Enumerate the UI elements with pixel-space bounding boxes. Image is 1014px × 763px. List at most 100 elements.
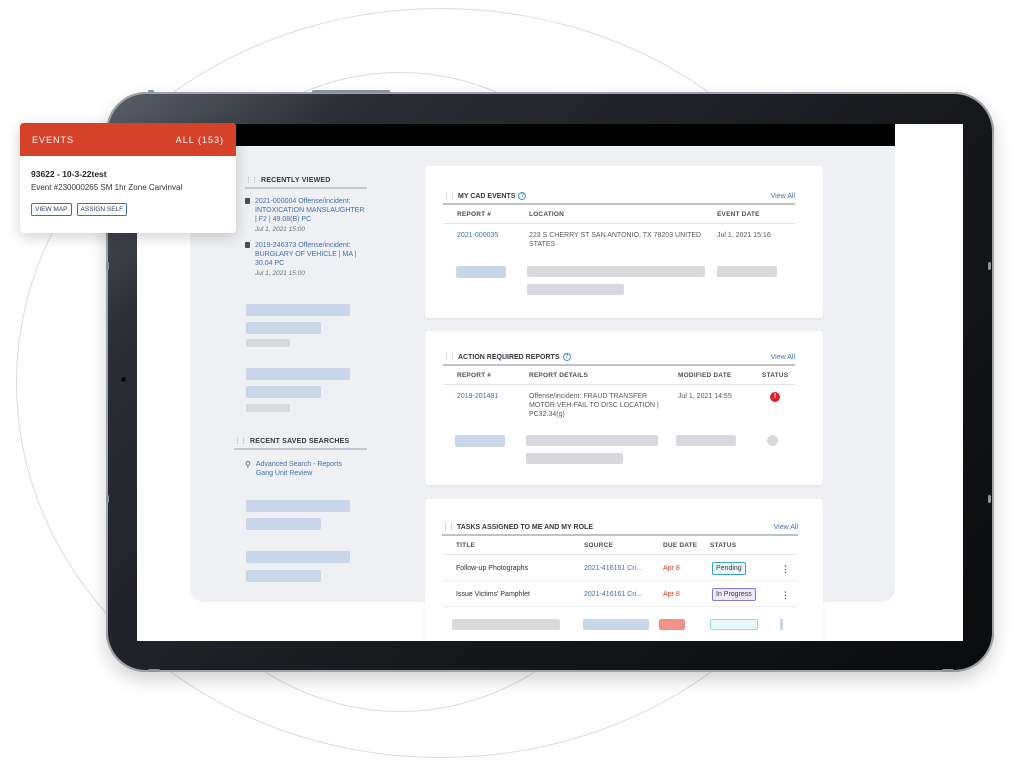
table-header: REPORT # REPORT DETAILS MODIFIED DATE ST… (443, 366, 795, 385)
drag-handle-icon[interactable]: ⋮⋮ (245, 176, 258, 184)
placeholder-bar (526, 453, 623, 464)
tablet-button (988, 262, 991, 270)
event-date-cell: Jul 1, 2021 15:16 (717, 232, 771, 239)
list-item[interactable]: 2019-246373 Offense/incident: BURGLARY O… (245, 241, 367, 277)
recently-viewed-header: ⋮⋮ RECENTLY VIEWED (245, 176, 367, 189)
tablet-button (988, 495, 991, 503)
task-source-link[interactable]: 2021-416161 Cri... (584, 590, 663, 599)
tablet-button (106, 262, 109, 270)
placeholder-bar (246, 368, 350, 380)
placeholder-bar (246, 570, 321, 582)
recent-item-date: Jul 1, 2021 15:00 (255, 226, 305, 233)
recent-item-link[interactable]: 2019-246373 Offense/incident: BURGLARY O… (255, 241, 367, 268)
marketing-scene: ⋮⋮ RECENTLY VIEWED 2021-000004 Offense/i… (0, 0, 1014, 763)
action-reports-title: ACTION REQUIRED REPORTS (458, 353, 560, 361)
tablet-button (148, 669, 160, 672)
drag-handle-icon[interactable]: ⋮⋮ (234, 437, 247, 445)
placeholder-bar (717, 266, 777, 277)
placeholder-bar (246, 339, 290, 347)
placeholder-bar (780, 619, 783, 630)
placeholder-bar (246, 304, 350, 316)
placeholder-bar (710, 619, 758, 630)
tasks-card: ⋮⋮ TASKS ASSIGNED TO ME AND MY ROLE View… (425, 499, 823, 641)
column-header[interactable]: DUE DATE (663, 542, 710, 549)
placeholder-bar (676, 435, 736, 446)
help-icon[interactable]: ? (562, 353, 571, 361)
task-source-link[interactable]: 2021-416161 Cri... (584, 564, 663, 573)
report-details-cell: Offense/incident: FRAUD TRANSFER MOTOR V… (529, 393, 659, 418)
drag-handle-icon[interactable]: ⋮⋮ (443, 353, 456, 361)
camera-icon (120, 376, 127, 383)
list-item[interactable]: ⚲ Advanced Search - Reports Gang Unit Re… (245, 460, 367, 478)
more-options-icon[interactable]: ⋮ (781, 590, 790, 599)
recently-viewed-title: RECENTLY VIEWED (261, 176, 331, 184)
saved-search-link[interactable]: Advanced Search - Reports Gang Unit Revi… (256, 460, 354, 478)
left-column: ⋮⋮ RECENTLY VIEWED 2021-000004 Offense/i… (245, 176, 367, 277)
column-header[interactable]: REPORT # (443, 372, 529, 379)
recent-item-link[interactable]: 2021-000004 Offense/incident: INTOXICATI… (255, 197, 367, 224)
placeholder-bar (246, 404, 290, 412)
report-link[interactable]: 2021-000035 (443, 231, 529, 249)
status-placeholder-icon (767, 435, 778, 446)
view-all-link[interactable]: View All (771, 193, 795, 200)
due-date-cell: Apr 8 (663, 591, 680, 598)
placeholder-bar (246, 386, 321, 398)
alert-icon[interactable]: ! (770, 392, 780, 402)
search-icon: ⚲ (245, 460, 251, 469)
help-icon[interactable]: ? (518, 192, 527, 200)
view-all-link[interactable]: View All (771, 354, 795, 361)
column-header[interactable]: TITLE (442, 542, 584, 549)
column-header[interactable]: LOCATION (529, 211, 717, 218)
events-popup: EVENTS ALL (153) 93622 - 10-3-22test Eve… (20, 123, 236, 233)
cad-events-card: ⋮⋮ MY CAD EVENTS ? View All REPORT # LOC… (425, 166, 823, 318)
tablet-screen: ⋮⋮ RECENTLY VIEWED 2021-000004 Offense/i… (137, 124, 963, 641)
tablet-button (942, 669, 954, 672)
placeholder-bar (452, 619, 560, 630)
task-title-cell: Follow-up Photographs (456, 565, 528, 572)
column-header[interactable]: REPORT # (443, 211, 529, 218)
app-header-bar (137, 124, 895, 146)
table-row[interactable]: Follow-up Photographs 2021-416161 Cri...… (442, 555, 798, 581)
column-header[interactable]: REPORT DETAILS (529, 372, 678, 379)
placeholder-bar (246, 518, 321, 530)
events-header: EVENTS ALL (153) (20, 123, 236, 156)
tablet-button (148, 90, 154, 93)
action-reports-header: ⋮⋮ ACTION REQUIRED REPORTS ? View All (443, 353, 795, 366)
assign-self-button[interactable]: ASSIGN SELF (76, 203, 128, 216)
view-all-link[interactable]: View All (774, 524, 798, 531)
placeholder-bar (527, 284, 624, 295)
recent-searches-header: ⋮⋮ RECENT SAVED SEARCHES (234, 437, 367, 450)
column-header[interactable]: MODIFIED DATE (678, 372, 762, 379)
document-icon (245, 242, 250, 248)
modified-date-cell: Jul 1, 2021 14:55 (678, 393, 732, 400)
recent-searches-section: ⋮⋮ RECENT SAVED SEARCHES ⚲ Advanced Sear… (234, 437, 367, 478)
cad-events-title: MY CAD EVENTS (458, 192, 516, 200)
table-row[interactable]: 2021-000035 223 S CHERRY ST SAN ANTONIO,… (443, 224, 795, 249)
placeholder-bar (246, 322, 321, 334)
tablet-button (106, 495, 109, 503)
report-link[interactable]: 2019-201481 (443, 392, 529, 419)
more-options-icon[interactable]: ⋮ (781, 564, 790, 573)
view-map-button[interactable]: VIEW MAP (31, 203, 72, 216)
status-badge: Pending (712, 562, 746, 575)
action-reports-card: ⋮⋮ ACTION REQUIRED REPORTS ? View All RE… (425, 331, 823, 485)
document-icon (245, 198, 250, 204)
event-name[interactable]: 93622 - 10-3-22test (31, 169, 236, 179)
list-item[interactable]: 2021-000004 Offense/incident: INTOXICATI… (245, 197, 367, 233)
column-header[interactable]: STATUS (710, 542, 736, 549)
table-header: TITLE SOURCE DUE DATE STATUS (442, 536, 798, 555)
column-header[interactable]: SOURCE (584, 542, 663, 549)
placeholder-bar (583, 619, 649, 630)
drag-handle-icon[interactable]: ⋮⋮ (443, 192, 456, 200)
table-row[interactable]: 2019-201481 Offense/incident: FRAUD TRAN… (443, 385, 795, 419)
column-header[interactable]: STATUS (762, 372, 788, 379)
tasks-header: ⋮⋮ TASKS ASSIGNED TO ME AND MY ROLE View… (442, 523, 798, 536)
events-all-link[interactable]: ALL (153) (176, 135, 224, 145)
screen-margin (895, 124, 963, 641)
event-detail: Event #230000265 SM 1hr Zone Carvinval (31, 183, 183, 192)
due-date-cell: Apr 8 (663, 565, 680, 572)
column-header[interactable]: EVENT DATE (717, 211, 760, 218)
table-row[interactable]: Issue Victims' Pamphlet 2021-416161 Cri.… (442, 581, 798, 607)
placeholder-bar (246, 500, 350, 512)
drag-handle-icon[interactable]: ⋮⋮ (442, 523, 455, 531)
